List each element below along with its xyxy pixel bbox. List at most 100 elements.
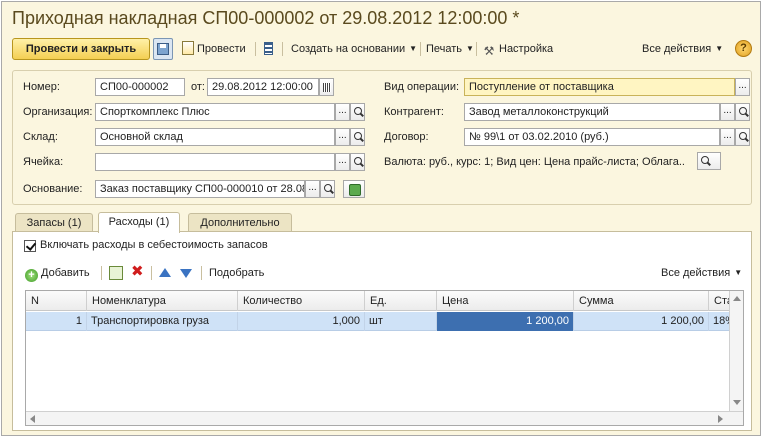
document-window: Приходная накладная СП00-000002 от 29.08… [1,1,761,436]
post-button-label: Провести [197,43,246,55]
column-header-quantity[interactable]: Количество [238,291,365,311]
row-price[interactable]: 1 200,00 [437,312,574,331]
list-icon [264,42,273,55]
cell-select-button[interactable]: ... [335,153,350,171]
post-document-icon [182,41,194,55]
calendar-button[interactable] [319,78,334,96]
column-header-item[interactable]: Номенклатура [87,291,238,311]
number-label: Номер: [23,81,60,93]
table-all-actions-label: Все действия [661,267,731,279]
basis-select-button[interactable]: ... [305,180,320,198]
search-icon[interactable] [320,180,335,198]
toolbar-divider [255,42,256,56]
number-field[interactable]: СП00-000002 [95,78,185,96]
tab-additional[interactable]: Дополнительно [188,213,292,232]
scroll-up-icon[interactable] [733,296,741,301]
column-header-price[interactable]: Цена [437,291,574,311]
post-and-close-button[interactable]: Провести и закрыть [12,38,150,60]
add-row-button[interactable]: + Добавить [25,262,90,284]
delete-row-icon[interactable]: ✖ [131,264,144,279]
toolbar-divider [420,42,421,56]
search-icon[interactable] [697,152,721,170]
organization-select-button[interactable]: ... [335,103,350,121]
expenses-tab-panel: Включать расходы в себестоимость запасов… [12,231,752,431]
column-header-sum[interactable]: Сумма [574,291,709,311]
operation-type-select-button[interactable]: ... [735,78,750,96]
window-title: Приходная накладная СП00-000002 от 29.08… [12,8,520,28]
save-button[interactable] [153,38,173,60]
help-button[interactable]: ? [735,40,752,57]
pick-button[interactable]: Подобрать [209,262,264,284]
all-actions-menu[interactable]: Все действия ▼ [642,38,723,60]
row-sum[interactable]: 1 200,00 [574,312,709,331]
currency-info-link[interactable]: Валюта: руб., курс: 1; Вид цен: Цена пра… [384,156,684,168]
column-header-unit[interactable]: Ед. [365,291,437,311]
create-based-on-menu[interactable]: Создать на основании ▼ [291,38,417,60]
row-number: 1 [26,312,87,331]
search-icon[interactable] [350,128,365,146]
toolbar-divider [101,266,102,280]
date-label: от: [191,81,205,93]
search-icon[interactable] [350,103,365,121]
create-based-on-label: Создать на основании [291,43,406,55]
row-unit[interactable]: шт [365,312,437,331]
organization-field[interactable]: Спорткомплекс Плюс [95,103,335,121]
toolbar-divider [282,42,283,56]
warehouse-select-button[interactable]: ... [335,128,350,146]
organization-label: Организация: [23,106,93,118]
scroll-left-icon[interactable] [30,415,35,423]
contract-field[interactable]: № 99\1 от 03.02.2010 (руб.) [464,128,720,146]
row-quantity[interactable]: 1,000 [238,312,365,331]
search-icon[interactable] [735,103,750,121]
counterparty-label: Контрагент: [384,106,444,118]
settings-button[interactable]: ⚒ Настройка [482,38,554,60]
cell-field[interactable] [95,153,335,171]
print-label: Печать [426,43,463,55]
warehouse-field[interactable]: Основной склад [95,128,335,146]
document-header-form: Номер: СП00-000002 от: 29.08.2012 12:00:… [12,70,752,205]
scroll-down-icon[interactable] [733,400,741,405]
table-row[interactable]: 1 Транспортировка груза 1,000 шт 1 200,0… [26,312,743,331]
operation-type-label: Вид операции: [384,81,460,93]
floppy-disk-icon [157,43,169,55]
row-item[interactable]: Транспортировка груза [87,312,238,331]
chevron-down-icon: ▼ [734,268,743,277]
chevron-down-icon: ▼ [715,44,724,53]
expenses-table: N Номенклатура Количество Ед. Цена Сумма… [25,290,744,426]
table-all-actions-menu[interactable]: Все действия ▼ [661,262,742,284]
contract-label: Договор: [384,131,429,143]
command-bar: Провести и закрыть Провести Создать на о… [12,38,752,60]
post-button[interactable]: Провести [182,38,246,60]
copy-row-icon[interactable] [109,266,123,280]
contract-select-button[interactable]: ... [720,128,735,146]
include-expenses-label: Включать расходы в себестоимость запасов [40,239,268,251]
move-up-icon[interactable] [159,268,171,277]
fill-from-basis-icon[interactable] [343,180,365,198]
wrench-icon: ⚒ [483,44,495,58]
basis-label: Основание: [23,183,83,195]
search-icon[interactable] [735,128,750,146]
tab-inventory[interactable]: Запасы (1) [15,213,93,232]
column-header-n[interactable]: N [26,291,87,311]
cell-label: Ячейка: [23,156,64,168]
table-header: N Номенклатура Количество Ед. Цена Сумма… [26,291,743,311]
basis-field[interactable]: Заказ поставщику СП00-000010 от 28.08.20… [95,180,305,198]
horizontal-scrollbar[interactable] [26,411,743,425]
counterparty-select-button[interactable]: ... [720,103,735,121]
operation-type-field[interactable]: Поступление от поставщика [464,78,735,96]
search-icon[interactable] [350,153,365,171]
tab-expenses[interactable]: Расходы (1) [98,212,180,233]
toolbar-divider [201,266,202,280]
date-field[interactable]: 29.08.2012 12:00:00 [207,78,319,96]
chevron-down-icon: ▼ [466,44,474,53]
scroll-right-icon[interactable] [718,415,723,423]
vertical-scrollbar[interactable] [729,291,743,425]
all-actions-label: Все действия [642,43,712,55]
expenses-toolbar: + Добавить ✖ Подобрать Все действия ▼ [25,262,742,284]
counterparty-field[interactable]: Завод металлоконструкций [464,103,720,121]
list-button[interactable] [264,38,273,60]
toolbar-divider [151,266,152,280]
print-menu[interactable]: Печать ▼ [426,38,474,60]
move-down-icon[interactable] [180,269,192,278]
include-expenses-checkbox[interactable] [24,240,36,252]
